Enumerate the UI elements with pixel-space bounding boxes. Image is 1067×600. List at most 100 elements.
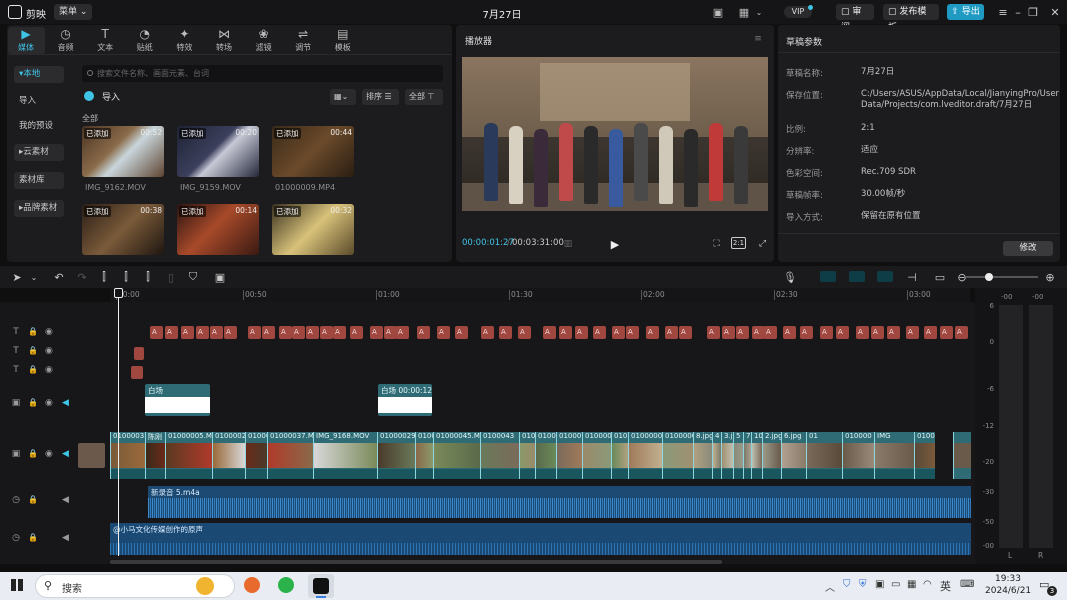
video-clip[interactable]: 01000045.MOV xyxy=(433,432,480,479)
text-clip[interactable]: A xyxy=(626,326,639,339)
image-icon[interactable]: ▣ xyxy=(213,270,227,284)
text-clip[interactable]: A xyxy=(279,326,292,339)
search-input[interactable]: 搜索文件名称、画面元素、台词 xyxy=(82,65,443,82)
video-preview[interactable] xyxy=(462,57,768,211)
microphone-icon[interactable]: 🎙 xyxy=(783,270,797,284)
text-clip[interactable]: A xyxy=(370,326,383,339)
audio-clip[interactable]: @小马文化传媒创作的原声 xyxy=(110,523,971,555)
cover-thumbnail[interactable] xyxy=(78,443,105,468)
text-clip[interactable]: A xyxy=(543,326,556,339)
text-clip[interactable]: A xyxy=(783,326,796,339)
lock-icon[interactable]: 🔒 xyxy=(28,495,38,507)
restore-icon[interactable]: ❐ xyxy=(1026,5,1040,19)
app-tray-icon[interactable]: ▣ xyxy=(875,579,884,590)
video-clip[interactable]: 8.jpg xyxy=(693,432,712,479)
sidebar-item-cloud[interactable]: ▸云素材 xyxy=(14,144,64,161)
eye-icon[interactable]: ◉ xyxy=(45,365,55,377)
select-cursor-icon[interactable]: ➤ xyxy=(10,270,24,284)
text-clip[interactable]: A xyxy=(679,326,692,339)
play-icon[interactable]: ▶ xyxy=(608,237,622,251)
lock-icon[interactable]: 🔒 xyxy=(28,365,38,377)
text-clip[interactable]: A xyxy=(350,326,363,339)
hamburger-icon[interactable]: ≡ xyxy=(996,5,1010,19)
tab-media[interactable]: ▶ 媒体 xyxy=(6,28,46,54)
video-clip[interactable]: 010000 xyxy=(582,432,611,479)
text-clip[interactable]: A xyxy=(306,326,319,339)
video-clip[interactable]: 5 xyxy=(733,432,743,479)
windows-start-icon[interactable] xyxy=(11,579,23,591)
publish-template-button[interactable]: ▢ 发布模板 xyxy=(883,4,939,33)
ratio-button[interactable]: 2:1 xyxy=(731,237,746,249)
text-clip[interactable]: A xyxy=(856,326,869,339)
text-clip[interactable]: A xyxy=(499,326,512,339)
video-clip[interactable]: 7 xyxy=(743,432,751,479)
screen-icon[interactable]: ▭ xyxy=(933,270,947,284)
text-clip[interactable]: A xyxy=(320,326,333,339)
video-clip[interactable]: 010 xyxy=(519,432,535,479)
export-button[interactable]: ⇪ 导出 xyxy=(947,4,984,20)
lock-icon[interactable]: 🔒 xyxy=(28,449,38,461)
text-clip[interactable]: A xyxy=(333,326,346,339)
eye-icon[interactable]: ◉ xyxy=(45,346,55,358)
text-clip[interactable]: A xyxy=(646,326,659,339)
media-thumbnail[interactable]: 已添加 00:32 xyxy=(272,204,354,255)
tab-effects[interactable]: ✦ 特效 xyxy=(164,28,204,54)
video-clip[interactable]: 6.jpg xyxy=(781,432,806,479)
media-thumbnail[interactable]: 已添加 00:44 xyxy=(272,126,354,177)
video-clip[interactable]: IMG_9168.MOV xyxy=(313,432,377,479)
time-ruler[interactable] xyxy=(110,288,970,302)
text-clip[interactable]: A xyxy=(820,326,833,339)
lock-icon[interactable]: 🔒 xyxy=(28,327,38,339)
text-clip[interactable]: A xyxy=(455,326,468,339)
text-clip[interactable]: A xyxy=(150,326,163,339)
sidebar-item-library[interactable]: 素材库 xyxy=(14,172,64,189)
text-clip[interactable]: A xyxy=(871,326,884,339)
text-clip[interactable]: A xyxy=(722,326,735,339)
security-icon[interactable]: ⛉ xyxy=(843,579,851,590)
text-clip[interactable]: A xyxy=(924,326,937,339)
import-button[interactable]: 导入 xyxy=(84,90,120,104)
text-clip[interactable]: A xyxy=(559,326,572,339)
undo-icon[interactable]: ↶ xyxy=(52,270,66,284)
text-clip[interactable]: A xyxy=(593,326,606,339)
preview-axis-icon[interactable]: ⊣ xyxy=(905,270,919,284)
video-clip[interactable]: 01000009 xyxy=(628,432,662,479)
text-clip[interactable] xyxy=(131,366,143,379)
lock-icon[interactable]: 🔒 xyxy=(28,533,38,545)
white-clip[interactable]: 白场 00:00:15:00 xyxy=(145,384,210,416)
text-clip[interactable]: A xyxy=(248,326,261,339)
tab-adjust[interactable]: ⇌ 调节 xyxy=(283,28,323,54)
link-icon[interactable] xyxy=(877,271,893,282)
filter-button[interactable]: 全部 ⊤ xyxy=(405,89,443,105)
video-clip[interactable]: 010000 xyxy=(842,432,874,479)
video-clip[interactable]: 01000008 xyxy=(662,432,693,479)
eye-icon[interactable]: ◉ xyxy=(45,398,55,410)
menu-icon[interactable]: ≡ xyxy=(752,33,764,45)
close-icon[interactable]: ✕ xyxy=(1048,5,1062,19)
sidebar-item-import[interactable]: 导入 xyxy=(14,93,64,110)
text-clip[interactable]: A xyxy=(612,326,625,339)
input-language[interactable]: 英 xyxy=(940,578,951,594)
sidebar-item-local[interactable]: ▾本地 xyxy=(14,66,64,83)
text-clip[interactable]: A xyxy=(437,326,450,339)
text-clip[interactable]: A xyxy=(518,326,531,339)
text-clip[interactable]: A xyxy=(836,326,849,339)
tab-sticker[interactable]: ◔ 贴纸 xyxy=(125,28,165,54)
video-clip[interactable]: 0100 xyxy=(535,432,556,479)
horizontal-scrollbar[interactable] xyxy=(110,560,722,564)
text-clip[interactable]: A xyxy=(940,326,953,339)
zoom-slider-handle[interactable] xyxy=(985,273,993,281)
speaker-icon[interactable]: ◀ xyxy=(62,449,72,461)
video-clip[interactable]: 01000 xyxy=(914,432,935,479)
tab-filter[interactable]: ❀ 滤镜 xyxy=(244,28,284,54)
split-right-icon[interactable]: ⫿ xyxy=(141,270,155,284)
video-clip[interactable]: 4 xyxy=(712,432,721,479)
video-clip[interactable]: 01000037.MOV xyxy=(267,432,313,479)
tab-audio[interactable]: ◷ 音频 xyxy=(46,28,86,54)
zoom-slider[interactable] xyxy=(966,276,1038,278)
video-clip[interactable]: 01000031 xyxy=(110,432,145,479)
video-clip[interactable]: 10.jpg xyxy=(751,432,762,479)
firefox-icon[interactable] xyxy=(244,577,260,593)
lock-icon[interactable]: 🔒 xyxy=(28,398,38,410)
menu-button[interactable]: 菜单 ⌄ xyxy=(54,4,92,20)
